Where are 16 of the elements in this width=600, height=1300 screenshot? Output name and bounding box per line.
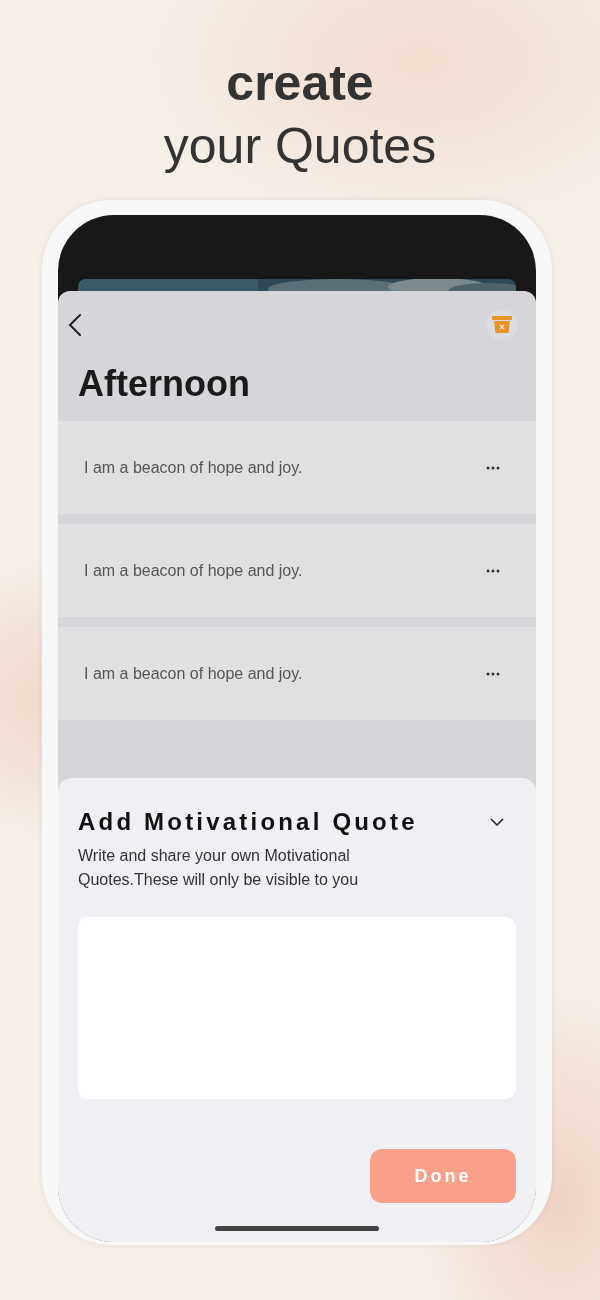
- headline: your Quotes: [162, 117, 438, 176]
- quote-text: I am a beacon of hope and joy.: [84, 561, 303, 580]
- headline: create: [226, 55, 374, 111]
- back-icon[interactable]: [68, 313, 82, 337]
- screen-title: Afternoon: [77, 362, 251, 406]
- chevron-down-icon[interactable]: [490, 818, 504, 826]
- more-icon[interactable]: [486, 671, 500, 676]
- quote-text: I am a beacon of hope and joy.: [84, 458, 303, 477]
- more-icon[interactable]: [486, 465, 500, 470]
- quote-row[interactable]: I am a beacon of hope and joy.: [58, 524, 536, 617]
- more-icon[interactable]: [486, 568, 500, 573]
- quote-row[interactable]: I am a beacon of hope and joy.: [58, 627, 536, 720]
- quote-row[interactable]: I am a beacon of hope and joy.: [58, 421, 536, 514]
- panel-description: Write and share your own Motivational Quotes.These will only be visible to you: [78, 846, 360, 890]
- panel-title: Add Motivational Quote: [78, 808, 418, 836]
- quote-text: I am a beacon of hope and joy.: [84, 664, 303, 683]
